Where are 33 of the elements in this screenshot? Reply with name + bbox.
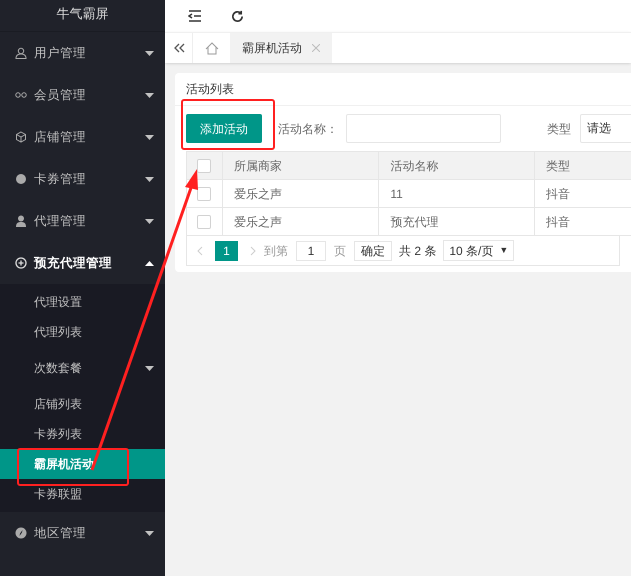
submenu-item[interactable]: 次数套餐 (0, 347, 165, 389)
column-header: 所属商家 (222, 152, 379, 180)
sidebar-item[interactable]: 店铺管理 (0, 116, 165, 158)
filter-label: 类型 (547, 120, 571, 138)
current-page[interactable]: 1 (215, 240, 238, 260)
column-header: 类型 (534, 152, 631, 180)
page-tab[interactable]: 霸屏机活动 (230, 33, 332, 63)
add-activity-button[interactable]: 添加活动 (186, 114, 262, 143)
column-header: 活动名称 (378, 152, 534, 180)
sidebar-item[interactable]: 卡券管理 (0, 158, 165, 200)
page-label: 页 (334, 242, 346, 260)
submenu-item[interactable]: 代理设置 (0, 287, 165, 317)
submenu-item[interactable]: 卡券联盟 (0, 479, 165, 509)
submenu-item[interactable]: 卡券列表 (0, 419, 165, 449)
sidebar-item[interactable]: 用户管理 (0, 32, 165, 74)
sidebar-item[interactable]: 会员管理 (0, 74, 165, 116)
page-size-select[interactable]: 10 条/页 ▼ (443, 240, 514, 261)
page-number-field[interactable]: 1 (296, 240, 326, 260)
filter-label: 活动名称： (278, 120, 338, 138)
table-cell: 预充代理 (378, 208, 534, 236)
table-cell: 爱乐之声 (222, 208, 379, 236)
type-select[interactable]: 请选 (580, 114, 631, 143)
card-title: 活动列表 (175, 73, 631, 106)
sidebar-item[interactable]: 地区管理 (0, 512, 165, 554)
sidebar-item[interactable]: 代理管理 (0, 200, 165, 242)
submenu-item[interactable]: 店铺列表 (0, 389, 165, 419)
table-cell: 爱乐之声 (222, 180, 379, 208)
total-count: 共 2 条 (399, 242, 436, 260)
table-cell: 11 (378, 180, 534, 208)
submenu-item[interactable]: 代理列表 (0, 317, 165, 347)
confirm-button[interactable]: 确定 (354, 240, 392, 260)
goto-label: 到第 (264, 242, 288, 260)
sidebar-item[interactable]: 预充代理管理 (0, 242, 165, 284)
